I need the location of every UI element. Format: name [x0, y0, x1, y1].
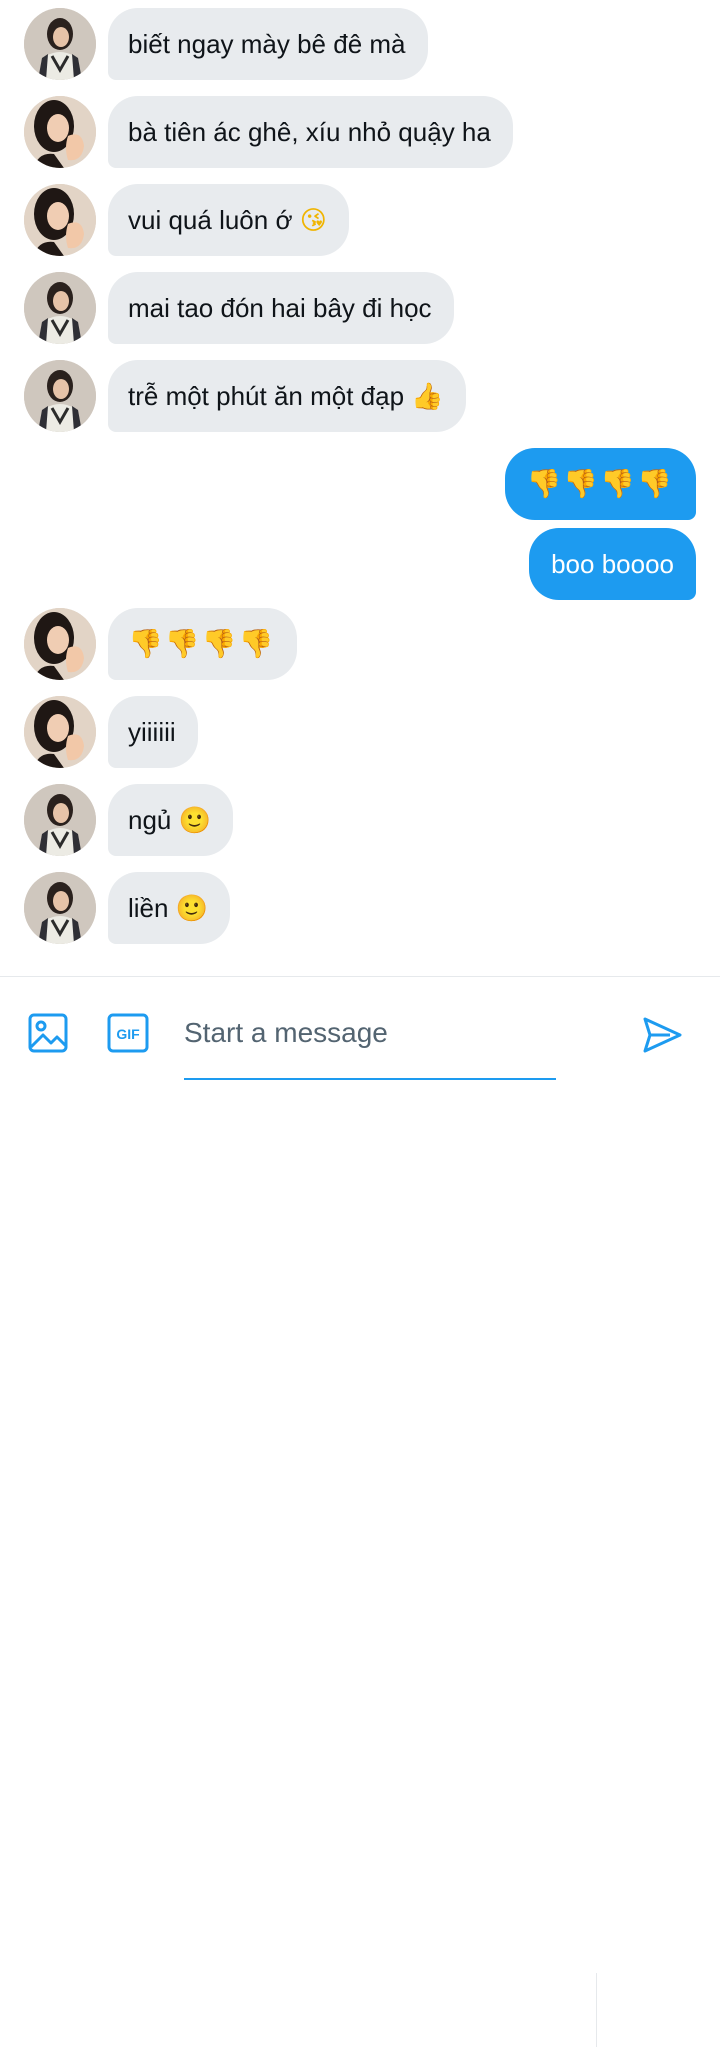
avatar-photo [24, 696, 96, 768]
image-icon [28, 1013, 68, 1053]
message-text: boo boooo [551, 549, 674, 579]
message-text: liền [128, 893, 169, 923]
avatar[interactable] [24, 608, 96, 680]
message-bubble[interactable]: 👎👎👎👎 [504, 448, 696, 520]
send-icon [643, 1017, 682, 1053]
message-text: bà tiên ác ghê, xíu nhỏ quậy ha [128, 117, 491, 147]
add-gif-button[interactable]: GIF [106, 1011, 150, 1055]
avatar-photo [24, 8, 96, 80]
message-bubble[interactable]: 👎👎👎👎 [108, 608, 298, 680]
message-row-incoming: mai tao đón hai bây đi học [0, 272, 720, 344]
message-row-outgoing: 👎👎👎👎 [0, 448, 720, 520]
avatar[interactable] [24, 272, 96, 344]
message-text: biết ngay mày bê đê mà [128, 29, 406, 59]
message-row-incoming: vui quá luôn ớ 😘 [0, 184, 720, 256]
message-text: vui quá luôn ớ [128, 205, 293, 235]
thumbs-down-emoji-group: 👎👎👎👎 [128, 627, 276, 660]
avatar-photo [24, 784, 96, 856]
message-bubble[interactable]: yiiiiii [108, 696, 198, 768]
message-bubble[interactable]: biết ngay mày bê đê mà [108, 8, 428, 80]
avatar-photo [24, 872, 96, 944]
message-composer: GIF [0, 976, 720, 2047]
avatar-photo [24, 608, 96, 680]
conversation-thread: biết ngay mày bê đê mà bà tiên ác ghê, xí… [0, 0, 720, 976]
gif-label: GIF [116, 1026, 140, 1042]
thumbs-down-emoji-group: 👎👎👎👎 [526, 467, 674, 500]
message-row-incoming: 👎👎👎👎 [0, 608, 720, 680]
avatar[interactable] [24, 872, 96, 944]
avatar-photo [24, 96, 96, 168]
emoji: 🙂 [178, 806, 211, 836]
message-bubble[interactable]: trễ một phút ăn một đạp 👍 [108, 360, 466, 432]
emoji: 👍 [411, 382, 444, 412]
emoji: 🙂 [175, 894, 209, 924]
message-row-outgoing: boo boooo [0, 528, 720, 600]
message-row-incoming: yiiiiii [0, 696, 720, 768]
message-row-incoming: ngủ 🙂 [0, 784, 720, 856]
add-media-button[interactable] [26, 1011, 70, 1055]
message-bubble[interactable]: boo boooo [529, 528, 696, 600]
message-text: yiiiiii [128, 717, 176, 747]
avatar-photo [24, 184, 96, 256]
send-button[interactable] [640, 1013, 684, 1057]
avatar[interactable] [24, 696, 96, 768]
message-row-incoming: bà tiên ác ghê, xíu nhỏ quậy ha [0, 96, 720, 168]
message-bubble[interactable]: ngủ 🙂 [108, 784, 233, 856]
avatar-photo [24, 360, 96, 432]
message-text: mai tao đón hai bây đi học [128, 293, 432, 323]
message-row-incoming: trễ một phút ăn một đạp 👍 [0, 360, 720, 432]
message-text: ngủ [128, 805, 172, 835]
emoji: 😘 [299, 206, 327, 236]
message-bubble[interactable]: vui quá luôn ớ 😘 [108, 184, 349, 256]
message-row-incoming: liền 🙂 [0, 872, 720, 944]
message-bubble[interactable]: bà tiên ác ghê, xíu nhỏ quậy ha [108, 96, 513, 168]
message-input[interactable] [184, 1007, 556, 1059]
input-focus-underline [184, 1078, 556, 1080]
gif-icon: GIF [107, 1013, 149, 1053]
avatar-photo [24, 272, 96, 344]
avatar[interactable] [24, 96, 96, 168]
message-text: trễ một phút ăn một đạp [128, 381, 405, 411]
avatar[interactable] [24, 8, 96, 80]
message-row-incoming: biết ngay mày bê đê mà [0, 8, 720, 80]
avatar[interactable] [24, 184, 96, 256]
composer-divider [596, 1973, 597, 2047]
avatar[interactable] [24, 360, 96, 432]
message-bubble[interactable]: mai tao đón hai bây đi học [108, 272, 454, 344]
message-bubble[interactable]: liền 🙂 [108, 872, 231, 944]
avatar[interactable] [24, 784, 96, 856]
